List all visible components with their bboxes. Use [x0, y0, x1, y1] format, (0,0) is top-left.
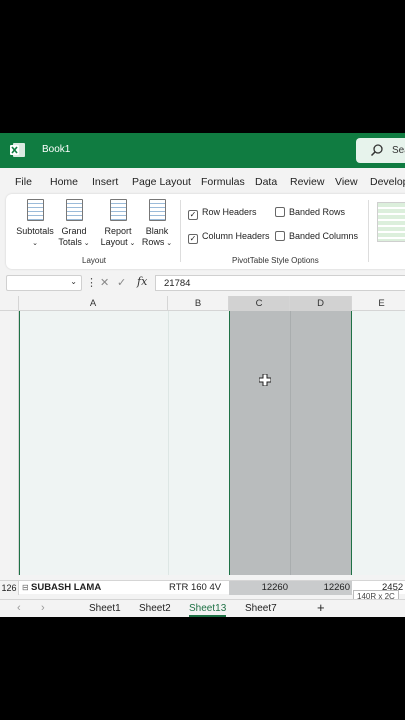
worksheet-grid[interactable]: [0, 311, 405, 575]
column-header-d[interactable]: D: [290, 296, 352, 311]
cell-a126[interactable]: SUBASH LAMA: [31, 581, 101, 595]
table-row[interactable]: 126 ⊟ SUBASH LAMA RTR 160 4V 12260 12260…: [0, 580, 405, 595]
subtotals-button[interactable]: Subtotals ⌄: [15, 199, 55, 249]
column-header-e[interactable]: E: [352, 296, 405, 311]
tab-home[interactable]: Home: [50, 176, 78, 188]
blank-rows-label-1: Blank: [145, 226, 169, 236]
ribbon-divider: [368, 200, 369, 262]
chevron-right-icon[interactable]: ›: [41, 602, 45, 614]
cancel-icon[interactable]: ✕: [100, 276, 109, 289]
name-box[interactable]: ⌄: [6, 275, 82, 291]
row-headers: [0, 311, 19, 575]
ribbon-tabs: File Home Insert Page Layout Formulas Da…: [0, 168, 405, 195]
grand-totals-button[interactable]: Grand Totals ⌄: [57, 199, 91, 249]
report-layout-icon: [109, 199, 127, 221]
cell-cursor-icon: [259, 374, 271, 386]
grand-totals-label-1: Grand: [61, 226, 87, 236]
subtotals-label: Subtotals: [16, 226, 54, 236]
tab-insert[interactable]: Insert: [92, 176, 118, 188]
column-border: [168, 311, 169, 575]
column-border: [290, 311, 291, 575]
search-text: Sea: [392, 145, 405, 156]
select-all-corner[interactable]: [0, 296, 19, 311]
report-layout-label-2: Layout: [100, 237, 128, 247]
ribbon-panel: Subtotals ⌄ Grand Totals ⌄ Report Layout…: [6, 194, 405, 269]
empty-checkbox-icon: [275, 231, 285, 241]
enter-icon[interactable]: ✓: [117, 276, 126, 289]
document-title: Book1: [42, 144, 71, 155]
sheet-tab-sheet1[interactable]: Sheet1: [89, 603, 121, 614]
tab-review[interactable]: Review: [290, 176, 324, 188]
checkmark-icon: ✓: [188, 234, 198, 244]
tab-data[interactable]: Data: [255, 176, 277, 188]
report-layout-button[interactable]: Report Layout ⌄: [100, 199, 136, 249]
formula-bar: ⌄ ⋮ ✕ ✓ fx 21784: [0, 273, 405, 293]
cell-d126[interactable]: 12260: [290, 581, 352, 595]
tab-formulas[interactable]: Formulas: [201, 176, 245, 188]
layout-group-label: Layout: [82, 256, 107, 265]
blank-rows-label-2: Rows: [141, 237, 165, 247]
column-header-c[interactable]: C: [229, 296, 290, 311]
row-headers-label: Row Headers: [202, 207, 257, 217]
insert-function-icon[interactable]: fx: [137, 275, 147, 288]
row-headers-checkbox[interactable]: ✓ Row Headers: [188, 207, 257, 220]
subtotals-icon: [26, 199, 44, 221]
column-header-b[interactable]: B: [168, 296, 229, 311]
tab-developer[interactable]: Develop: [370, 176, 405, 188]
report-layout-label-1: Report: [104, 226, 132, 236]
chevron-down-icon: ⌄: [70, 277, 77, 286]
chevron-down-icon: ⌄: [32, 240, 38, 247]
sheet-tab-bar: ‹ › Sheet1 Sheet2 Sheet13 Sheet7 +: [0, 599, 405, 617]
cell-b126[interactable]: RTR 160 4V: [169, 581, 221, 595]
formula-input[interactable]: 21784: [155, 275, 405, 291]
add-sheet-icon[interactable]: +: [317, 600, 325, 615]
excel-logo-icon: [10, 143, 25, 157]
grand-totals-icon: [65, 199, 83, 221]
search-box[interactable]: Sea: [356, 138, 405, 163]
search-icon: [370, 144, 383, 157]
more-options-icon[interactable]: ⋮: [86, 276, 97, 289]
row-number[interactable]: 126: [0, 581, 19, 595]
ribbon-divider: [180, 200, 181, 262]
tab-page-layout[interactable]: Page Layout: [132, 176, 191, 188]
chevron-down-icon: ⌄: [127, 240, 136, 247]
column-a-border: [19, 311, 20, 575]
banded-rows-label: Banded Rows: [289, 207, 346, 217]
banded-rows-checkbox[interactable]: Banded Rows: [275, 207, 345, 217]
checkmark-icon: ✓: [188, 210, 198, 220]
sheet-tab-sheet2[interactable]: Sheet2: [139, 603, 171, 614]
chevron-down-icon: ⌄: [164, 240, 173, 247]
column-headers-label: Column Headers: [202, 231, 270, 241]
tab-view[interactable]: View: [335, 176, 358, 188]
banded-columns-checkbox[interactable]: Banded Columns: [275, 231, 358, 241]
chevron-left-icon[interactable]: ‹: [17, 602, 21, 614]
column-header-a[interactable]: A: [19, 296, 168, 311]
column-headers-checkbox[interactable]: ✓ Column Headers: [188, 231, 270, 244]
sheet-tab-sheet13[interactable]: Sheet13: [189, 603, 227, 617]
tab-file[interactable]: File: [15, 176, 32, 188]
column-headers: A B C D E: [0, 296, 405, 311]
excel-app: Book1 Sea File Home Insert Page Layout F…: [0, 133, 405, 617]
pivottable-styles-gallery[interactable]: [377, 202, 405, 242]
chevron-down-icon: ⌄: [81, 240, 90, 247]
grand-totals-label-2: Totals: [58, 237, 82, 247]
cell-c126[interactable]: 12260: [229, 581, 290, 595]
blank-rows-button[interactable]: Blank Rows ⌄: [140, 199, 174, 249]
blank-rows-icon: [148, 199, 166, 221]
banded-columns-label: Banded Columns: [289, 231, 359, 241]
style-options-group-label: PivotTable Style Options: [232, 256, 319, 265]
title-bar: Book1 Sea: [0, 133, 405, 168]
empty-checkbox-icon: [275, 207, 285, 217]
sheet-tab-sheet7[interactable]: Sheet7: [245, 603, 277, 614]
selected-columns: [229, 311, 352, 575]
collapse-icon[interactable]: ⊟: [22, 581, 29, 595]
